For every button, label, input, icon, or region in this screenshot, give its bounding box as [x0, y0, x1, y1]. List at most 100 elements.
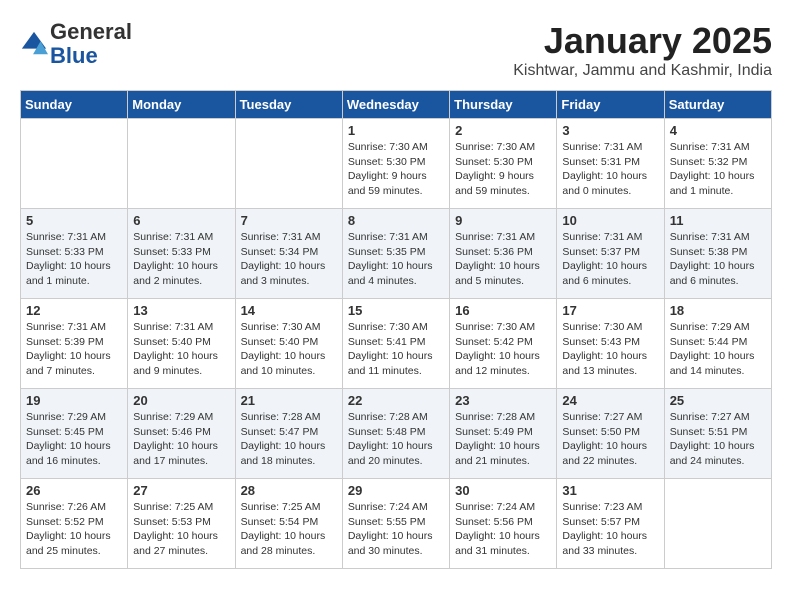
- day-number: 17: [562, 303, 658, 318]
- logo-blue: Blue: [50, 43, 98, 68]
- cell-content: Sunrise: 7:31 AM Sunset: 5:31 PM Dayligh…: [562, 140, 658, 199]
- weekday-header-wednesday: Wednesday: [342, 91, 449, 119]
- calendar-cell: 15Sunrise: 7:30 AM Sunset: 5:41 PM Dayli…: [342, 299, 449, 389]
- day-number: 28: [241, 483, 337, 498]
- day-number: 31: [562, 483, 658, 498]
- month-title: January 2025: [513, 20, 772, 62]
- day-number: 3: [562, 123, 658, 138]
- cell-content: Sunrise: 7:30 AM Sunset: 5:43 PM Dayligh…: [562, 320, 658, 379]
- cell-content: Sunrise: 7:30 AM Sunset: 5:30 PM Dayligh…: [455, 140, 551, 199]
- cell-content: Sunrise: 7:29 AM Sunset: 5:44 PM Dayligh…: [670, 320, 766, 379]
- day-number: 16: [455, 303, 551, 318]
- calendar-week-2: 5 Sunrise: 7:31 AM Sunset: 5:33 PM Daylig…: [21, 209, 772, 299]
- calendar-cell: 16 Sunrise: 7:30 AM Sunset: 5:42 PM Dayli…: [450, 299, 557, 389]
- day-number: 27: [133, 483, 229, 498]
- day-number: 23: [455, 393, 551, 408]
- cell-content: Sunrise: 7:28 AM Sunset: 5:49 PM Dayligh…: [455, 410, 551, 469]
- calendar-cell: 2Sunrise: 7:30 AM Sunset: 5:30 PM Daylig…: [450, 119, 557, 209]
- weekday-header-sunday: Sunday: [21, 91, 128, 119]
- day-number: 14: [241, 303, 337, 318]
- cell-content: Sunrise: 7:31 AM Sunset: 5:33 PM Dayligh…: [26, 230, 122, 289]
- weekday-header-tuesday: Tuesday: [235, 91, 342, 119]
- day-number: 25: [670, 393, 766, 408]
- calendar-cell: 19 Sunrise: 7:29 AM Sunset: 5:45 PM Dayli…: [21, 389, 128, 479]
- calendar-cell: 30Sunrise: 7:24 AM Sunset: 5:56 PM Dayli…: [450, 479, 557, 569]
- cell-content: Sunrise: 7:30 AM Sunset: 5:42 PM Dayligh…: [455, 320, 551, 379]
- calendar-cell: 11 Sunrise: 7:31 AM Sunset: 5:38 PM Dayli…: [664, 209, 771, 299]
- calendar-cell: 12 Sunrise: 7:31 AM Sunset: 5:39 PM Dayli…: [21, 299, 128, 389]
- weekday-header-thursday: Thursday: [450, 91, 557, 119]
- day-number: 9: [455, 213, 551, 228]
- cell-content: Sunrise: 7:27 AM Sunset: 5:50 PM Dayligh…: [562, 410, 658, 469]
- calendar-week-1: 1 Sunrise: 7:30 AM Sunset: 5:30 PM Daylig…: [21, 119, 772, 209]
- cell-content: Sunrise: 7:31 AM Sunset: 5:34 PM Dayligh…: [241, 230, 337, 289]
- calendar-cell: 31 Sunrise: 7:23 AM Sunset: 5:57 PM Dayli…: [557, 479, 664, 569]
- calendar-cell: 9 Sunrise: 7:31 AM Sunset: 5:36 PM Daylig…: [450, 209, 557, 299]
- calendar-cell: 14 Sunrise: 7:30 AM Sunset: 5:40 PM Dayli…: [235, 299, 342, 389]
- cell-content: Sunrise: 7:31 AM Sunset: 5:39 PM Dayligh…: [26, 320, 122, 379]
- calendar-header-row: SundayMondayTuesdayWednesdayThursdayFrid…: [21, 91, 772, 119]
- day-number: 8: [348, 213, 444, 228]
- day-number: 22: [348, 393, 444, 408]
- cell-content: Sunrise: 7:30 AM Sunset: 5:40 PM Dayligh…: [241, 320, 337, 379]
- calendar-cell: 5 Sunrise: 7:31 AM Sunset: 5:33 PM Daylig…: [21, 209, 128, 299]
- calendar-week-5: 26 Sunrise: 7:26 AM Sunset: 5:52 PM Dayli…: [21, 479, 772, 569]
- cell-content: Sunrise: 7:24 AM Sunset: 5:55 PM Dayligh…: [348, 500, 444, 559]
- day-number: 29: [348, 483, 444, 498]
- cell-content: Sunrise: 7:31 AM Sunset: 5:40 PM Dayligh…: [133, 320, 229, 379]
- calendar-cell: 25 Sunrise: 7:27 AM Sunset: 5:51 PM Dayli…: [664, 389, 771, 479]
- cell-content: Sunrise: 7:23 AM Sunset: 5:57 PM Dayligh…: [562, 500, 658, 559]
- weekday-header-saturday: Saturday: [664, 91, 771, 119]
- day-number: 6: [133, 213, 229, 228]
- calendar-cell: [235, 119, 342, 209]
- calendar-cell: 8 Sunrise: 7:31 AM Sunset: 5:35 PM Daylig…: [342, 209, 449, 299]
- calendar-body: 1 Sunrise: 7:30 AM Sunset: 5:30 PM Daylig…: [21, 119, 772, 569]
- logo: General Blue: [20, 20, 132, 68]
- cell-content: Sunrise: 7:31 AM Sunset: 5:35 PM Dayligh…: [348, 230, 444, 289]
- calendar-cell: 17 Sunrise: 7:30 AM Sunset: 5:43 PM Dayli…: [557, 299, 664, 389]
- page-header: General Blue January 2025 Kishtwar, Jamm…: [20, 20, 772, 80]
- day-number: 24: [562, 393, 658, 408]
- day-number: 12: [26, 303, 122, 318]
- calendar-cell: 29 Sunrise: 7:24 AM Sunset: 5:55 PM Dayli…: [342, 479, 449, 569]
- cell-content: Sunrise: 7:25 AM Sunset: 5:54 PM Dayligh…: [241, 500, 337, 559]
- calendar-cell: 6 Sunrise: 7:31 AM Sunset: 5:33 PM Daylig…: [128, 209, 235, 299]
- cell-content: Sunrise: 7:28 AM Sunset: 5:48 PM Dayligh…: [348, 410, 444, 469]
- title-block: January 2025 Kishtwar, Jammu and Kashmir…: [513, 20, 772, 80]
- day-number: 1: [348, 123, 444, 138]
- cell-content: Sunrise: 7:31 AM Sunset: 5:33 PM Dayligh…: [133, 230, 229, 289]
- day-number: 19: [26, 393, 122, 408]
- day-number: 5: [26, 213, 122, 228]
- day-number: 11: [670, 213, 766, 228]
- day-number: 7: [241, 213, 337, 228]
- day-number: 21: [241, 393, 337, 408]
- calendar-cell: 20Sunrise: 7:29 AM Sunset: 5:46 PM Dayli…: [128, 389, 235, 479]
- calendar-cell: 4Sunrise: 7:31 AM Sunset: 5:32 PM Daylig…: [664, 119, 771, 209]
- calendar-cell: 23 Sunrise: 7:28 AM Sunset: 5:49 PM Dayli…: [450, 389, 557, 479]
- calendar-cell: [128, 119, 235, 209]
- calendar-table: SundayMondayTuesdayWednesdayThursdayFrid…: [20, 90, 772, 569]
- cell-content: Sunrise: 7:31 AM Sunset: 5:37 PM Dayligh…: [562, 230, 658, 289]
- cell-content: Sunrise: 7:31 AM Sunset: 5:32 PM Dayligh…: [670, 140, 766, 199]
- cell-content: Sunrise: 7:31 AM Sunset: 5:38 PM Dayligh…: [670, 230, 766, 289]
- calendar-cell: 7 Sunrise: 7:31 AM Sunset: 5:34 PM Daylig…: [235, 209, 342, 299]
- calendar-cell: 1Sunrise: 7:30 AM Sunset: 5:30 PM Daylig…: [342, 119, 449, 209]
- cell-content: Sunrise: 7:31 AM Sunset: 5:36 PM Dayligh…: [455, 230, 551, 289]
- weekday-header-friday: Friday: [557, 91, 664, 119]
- cell-content: Sunrise: 7:28 AM Sunset: 5:47 PM Dayligh…: [241, 410, 337, 469]
- cell-content: Sunrise: 7:27 AM Sunset: 5:51 PM Dayligh…: [670, 410, 766, 469]
- day-number: 15: [348, 303, 444, 318]
- logo-text: General Blue: [50, 20, 132, 68]
- calendar-cell: [21, 119, 128, 209]
- cell-content: Sunrise: 7:25 AM Sunset: 5:53 PM Dayligh…: [133, 500, 229, 559]
- day-number: 30: [455, 483, 551, 498]
- cell-content: Sunrise: 7:26 AM Sunset: 5:52 PM Dayligh…: [26, 500, 122, 559]
- calendar-cell: 10Sunrise: 7:31 AM Sunset: 5:37 PM Dayli…: [557, 209, 664, 299]
- calendar-cell: 28 Sunrise: 7:25 AM Sunset: 5:54 PM Dayli…: [235, 479, 342, 569]
- day-number: 18: [670, 303, 766, 318]
- cell-content: Sunrise: 7:29 AM Sunset: 5:45 PM Dayligh…: [26, 410, 122, 469]
- calendar-cell: 3 Sunrise: 7:31 AM Sunset: 5:31 PM Daylig…: [557, 119, 664, 209]
- calendar-cell: 22 Sunrise: 7:28 AM Sunset: 5:48 PM Dayli…: [342, 389, 449, 479]
- calendar-cell: 24 Sunrise: 7:27 AM Sunset: 5:50 PM Dayli…: [557, 389, 664, 479]
- day-number: 26: [26, 483, 122, 498]
